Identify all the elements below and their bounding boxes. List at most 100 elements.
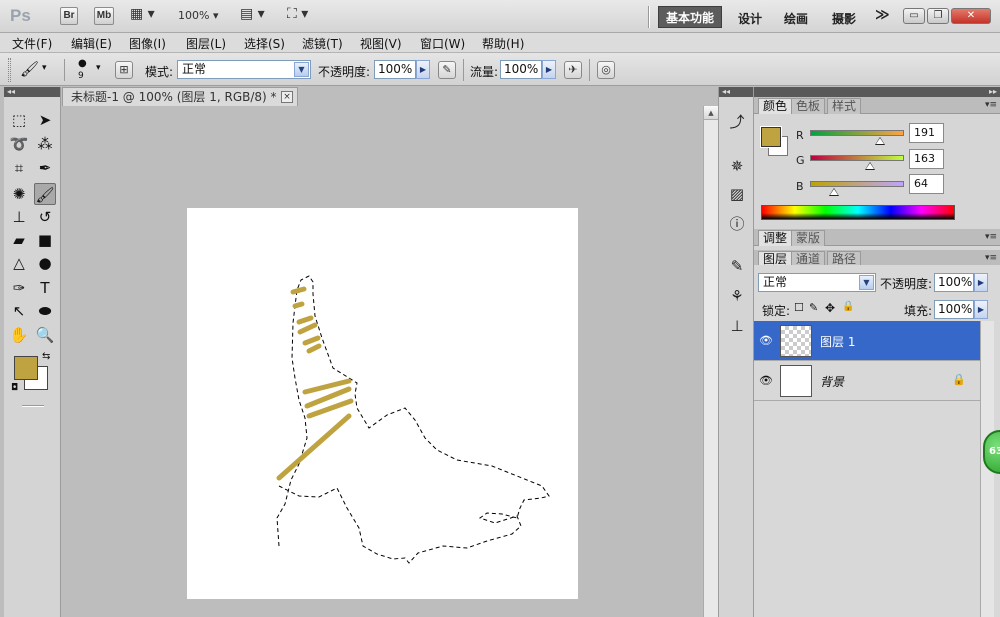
lasso-tool-icon[interactable]: ➰ — [8, 133, 30, 155]
opacity-input[interactable]: 100% — [374, 60, 416, 79]
grip-handle[interactable] — [8, 58, 11, 82]
lock-all-icon[interactable]: 🔒 — [842, 301, 854, 312]
document-tab[interactable]: 未标题-1 @ 100% (图层 1, RGB/8) * × — [62, 87, 298, 106]
arrange-documents-icon[interactable]: ▤ ▾ — [240, 6, 265, 22]
brush-tool-icon[interactable]: 🖌 — [34, 183, 56, 205]
collapse-dock-icon[interactable]: ◂◂ — [719, 87, 753, 97]
menu-layer[interactable]: 图层(L) — [186, 35, 226, 52]
green-slider[interactable] — [810, 155, 904, 161]
eyedropper-tool-icon[interactable]: ✒ — [34, 157, 56, 179]
blue-slider-thumb[interactable] — [828, 188, 839, 196]
more-workspaces-icon[interactable]: ≫ — [875, 7, 890, 23]
pressure-size-icon[interactable]: ◎ — [597, 61, 615, 79]
view-extras-icon[interactable]: ▦ ▾ — [130, 6, 155, 22]
clone-source-icon[interactable]: ⚘ — [726, 285, 748, 307]
info-panel-icon[interactable]: ⓘ — [726, 213, 748, 235]
screen-mode-icon[interactable]: ⛶ ▾ — [287, 6, 308, 22]
eye-icon[interactable]: 👁 — [759, 334, 773, 347]
menu-filter[interactable]: 滤镜(T) — [302, 35, 343, 52]
tab-masks[interactable]: 蒙版 — [791, 230, 826, 246]
histogram-panel-icon[interactable]: ▨ — [726, 183, 748, 205]
zoom-tool-icon[interactable]: 🔍 — [34, 324, 56, 346]
eye-icon[interactable]: 👁 — [759, 374, 773, 387]
close-button[interactable]: ✕ — [951, 8, 991, 24]
minimize-button[interactable]: ▭ — [903, 8, 925, 24]
pen-tool-icon[interactable]: ✑ — [8, 277, 30, 299]
blur-tool-icon[interactable]: △ — [8, 252, 30, 274]
pressure-opacity-icon[interactable]: ✎ — [438, 61, 456, 79]
restore-button[interactable]: ❐ — [927, 8, 949, 24]
dodge-tool-icon[interactable]: ● — [34, 252, 56, 274]
quick-select-tool-icon[interactable]: ⁂ — [34, 133, 56, 155]
menu-image[interactable]: 图像(I) — [129, 35, 166, 52]
swap-colors-icon[interactable]: ⇆ — [42, 351, 50, 362]
foreground-color-swatch[interactable] — [14, 356, 38, 380]
fill-input[interactable]: 100% — [934, 300, 974, 319]
tool-presets-icon[interactable]: ⊥ — [726, 315, 748, 337]
clone-stamp-tool-icon[interactable]: ⊥ — [8, 206, 30, 228]
green-slider-thumb[interactable] — [865, 162, 876, 170]
quick-mask-icon[interactable] — [22, 405, 44, 407]
bridge-button[interactable]: Br — [60, 7, 78, 25]
eraser-tool-icon[interactable]: ▰ — [8, 229, 30, 251]
crop-tool-icon[interactable]: ⌗ — [8, 157, 30, 179]
workspace-painting[interactable]: 绘画 — [784, 10, 808, 27]
marquee-tool-icon[interactable]: ⬚ — [8, 109, 30, 131]
red-slider[interactable] — [810, 130, 904, 136]
navigator-panel-icon[interactable]: ✵ — [726, 155, 748, 177]
lock-transparency-icon[interactable]: ☐ — [794, 301, 804, 314]
hand-tool-icon[interactable]: ✋ — [8, 324, 30, 346]
lock-pixels-icon[interactable]: ✎ — [809, 301, 818, 314]
healing-brush-tool-icon[interactable]: ✺ — [8, 183, 30, 205]
airbrush-icon[interactable]: ✈ — [564, 61, 582, 79]
workspace-design[interactable]: 设计 — [738, 10, 762, 27]
workspace-photography[interactable]: 摄影 — [832, 10, 856, 27]
shape-tool-icon[interactable]: ⬬ — [34, 300, 56, 322]
blend-mode-select[interactable]: 正常 ▼ — [758, 273, 876, 292]
tab-adjustments[interactable]: 调整 — [758, 230, 793, 246]
fill-arrow-icon[interactable]: ▶ — [974, 300, 988, 319]
opacity-slider-arrow-icon[interactable]: ▶ — [416, 60, 430, 79]
menu-window[interactable]: 窗口(W) — [420, 35, 465, 52]
panel-menu-icon[interactable]: ▾≡ — [985, 232, 997, 242]
move-tool-icon[interactable]: ➤ — [34, 109, 56, 131]
menu-view[interactable]: 视图(V) — [360, 35, 402, 52]
panel-menu-icon[interactable]: ▾≡ — [985, 253, 997, 263]
expand-panels-icon[interactable]: ▸▸ — [754, 87, 1000, 97]
close-icon[interactable]: × — [281, 91, 293, 103]
canvas[interactable] — [187, 208, 578, 599]
menu-file[interactable]: 文件(F) — [12, 35, 52, 52]
brush-presets-icon[interactable]: ✎ — [726, 255, 748, 277]
tab-color[interactable]: 颜色 — [758, 98, 793, 114]
vertical-scrollbar[interactable]: ▲ — [703, 106, 718, 617]
layer-row[interactable]: 👁 图层 1 — [754, 321, 980, 361]
color-spectrum-ramp[interactable] — [761, 205, 955, 220]
preset-dropdown-icon[interactable]: ▾ — [42, 63, 47, 73]
menu-edit[interactable]: 编辑(E) — [71, 35, 112, 52]
gradient-tool-icon[interactable]: ■ — [34, 229, 56, 251]
collapse-tools-icon[interactable]: ◂◂ — [4, 87, 60, 97]
menu-select[interactable]: 选择(S) — [244, 35, 285, 52]
history-panel-icon[interactable]: ⤴ — [726, 111, 748, 133]
tab-styles[interactable]: 样式 — [827, 98, 862, 114]
layer-opacity-arrow-icon[interactable]: ▶ — [974, 273, 988, 292]
menu-help[interactable]: 帮助(H) — [482, 35, 524, 52]
green-input[interactable]: 163 — [909, 149, 944, 169]
type-tool-icon[interactable]: T — [34, 277, 56, 299]
tab-swatches[interactable]: 色板 — [791, 98, 826, 114]
brush-tool-preset-icon[interactable]: 🖌 — [20, 60, 39, 78]
flow-slider-arrow-icon[interactable]: ▶ — [542, 60, 556, 79]
color-foreground-swatch[interactable] — [760, 126, 782, 148]
notification-badge[interactable]: 63 — [983, 430, 1000, 474]
mini-bridge-button[interactable]: Mb — [94, 7, 114, 25]
default-colors-icon[interactable]: ◘ — [11, 383, 18, 393]
brush-picker-dropdown-icon[interactable]: ▾ — [96, 63, 101, 73]
brush-tip-icon[interactable]: ● — [78, 58, 87, 69]
lock-position-icon[interactable]: ✥ — [825, 301, 835, 315]
red-slider-thumb[interactable] — [875, 137, 886, 145]
panel-menu-icon[interactable]: ▾≡ — [985, 100, 997, 110]
blue-slider[interactable] — [810, 181, 904, 187]
blue-input[interactable]: 64 — [909, 174, 944, 194]
brush-panel-toggle-icon[interactable]: ⊞ — [115, 61, 133, 79]
workspace-essentials[interactable]: 基本功能 — [658, 6, 722, 28]
